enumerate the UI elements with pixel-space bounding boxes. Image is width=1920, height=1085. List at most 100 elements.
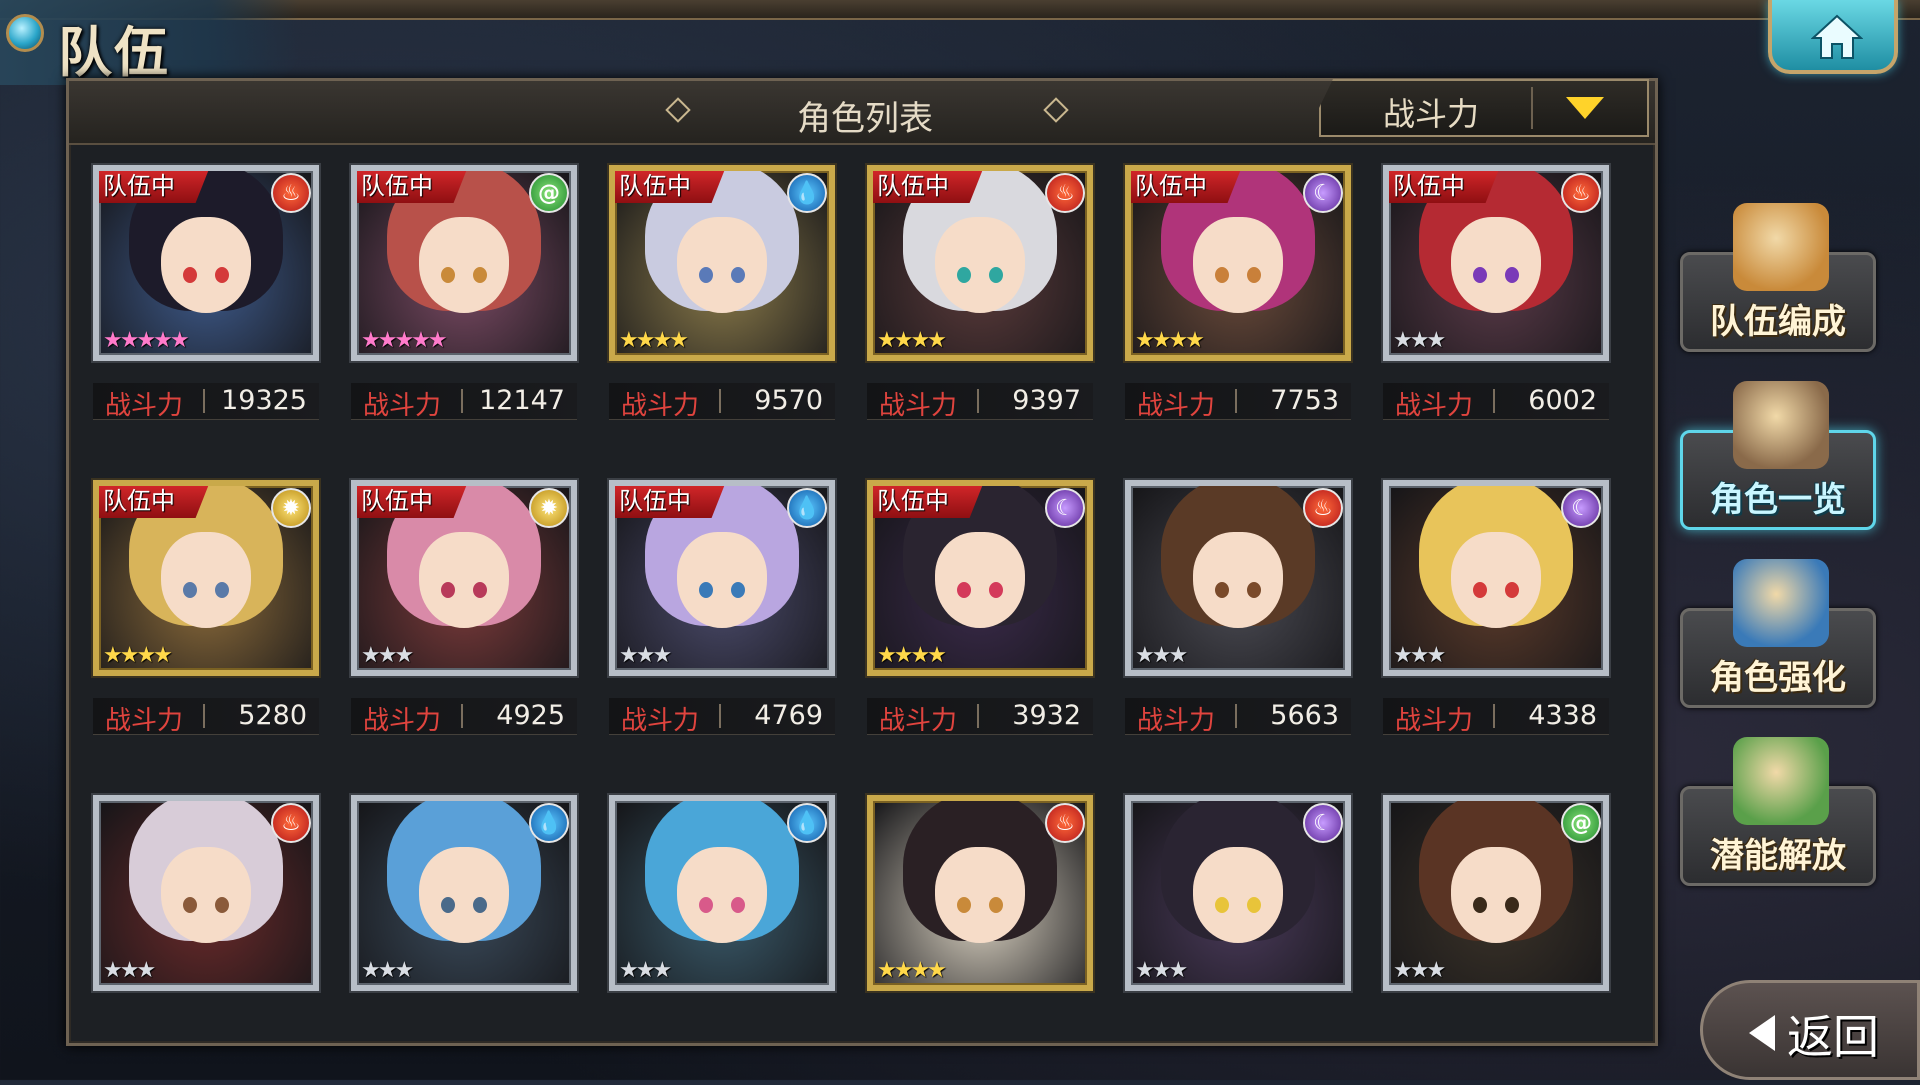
rarity-stars-icon: ★★★	[619, 643, 672, 668]
potential-unlock-button[interactable]: 潜能解放	[1680, 737, 1876, 886]
character-cell[interactable]: @ ★★★	[1383, 795, 1609, 1085]
power-label: 战斗力	[105, 706, 184, 736]
power-divider	[1493, 389, 1495, 413]
water-icon: 💧	[787, 173, 827, 213]
character-card[interactable]: 队伍中 ♨ ★★★	[1383, 165, 1609, 361]
character-card[interactable]: 队伍中 ♨ ★★★★	[867, 165, 1093, 361]
power-divider	[203, 389, 205, 413]
power-value: 5280	[238, 700, 307, 731]
character-card[interactable]: 队伍中 💧 ★★★★	[609, 165, 835, 361]
character-cell[interactable]: ♨ ★★★★	[867, 795, 1093, 1085]
power-row: 战斗力 9570	[609, 383, 835, 421]
character-card[interactable]: ☾ ★★★	[1125, 795, 1351, 991]
character-list-panel: 角色列表 战斗力 队伍中 ♨ ★★★★★ 战斗力 19325 队伍中 @ ★★★★★ 战斗力 12…	[66, 78, 1658, 1046]
power-row: 战斗力 7753	[1125, 383, 1351, 421]
character-card[interactable]: ♨ ★★★	[93, 795, 319, 991]
character-card[interactable]: ♨ ★★★★	[867, 795, 1093, 991]
rarity-stars-icon: ★★★★	[877, 328, 947, 353]
character-list-button[interactable]: 角色一览	[1680, 381, 1876, 530]
character-cell[interactable]: 队伍中 💧 ★★★ 战斗力 4769	[609, 480, 835, 770]
water-icon: 💧	[787, 803, 827, 843]
team-formation-button[interactable]: 队伍编成	[1680, 203, 1876, 352]
character-cell[interactable]: 💧 ★★★	[351, 795, 577, 1085]
enhance-crystal-icon	[1733, 559, 1829, 647]
character-cell[interactable]: ☾ ★★★ 战斗力 4338	[1383, 480, 1609, 770]
dropdown-arrow-icon[interactable]	[1566, 97, 1604, 119]
character-enhance-button[interactable]: 角色强化	[1680, 559, 1876, 708]
power-value: 9397	[1012, 385, 1081, 416]
rarity-stars-icon: ★★★	[619, 958, 672, 983]
power-label: 战斗力	[621, 391, 700, 421]
water-icon: 💧	[787, 488, 827, 528]
power-row: 战斗力 12147	[351, 383, 577, 421]
power-row: 战斗力 9397	[867, 383, 1093, 421]
power-label: 战斗力	[879, 706, 958, 736]
rarity-stars-icon: ★★★	[361, 643, 414, 668]
power-label: 战斗力	[879, 391, 958, 421]
character-card[interactable]: 队伍中 ✹ ★★★	[351, 480, 577, 676]
character-card[interactable]: 💧 ★★★	[351, 795, 577, 991]
wind-icon: @	[1561, 803, 1601, 843]
rarity-stars-icon: ★★★	[103, 958, 156, 983]
fire-icon: ♨	[1045, 173, 1085, 213]
power-row: 战斗力 6002	[1383, 383, 1609, 421]
character-card[interactable]: 队伍中 ☾ ★★★★	[867, 480, 1093, 676]
fire-icon: ♨	[271, 803, 311, 843]
rarity-stars-icon: ★★★	[1393, 328, 1446, 353]
character-cell[interactable]: 队伍中 @ ★★★★★ 战斗力 12147	[351, 165, 577, 455]
power-row: 战斗力 5280	[93, 698, 319, 736]
character-cell[interactable]: 队伍中 ✹ ★★★★ 战斗力 5280	[93, 480, 319, 770]
in-team-badge: 队伍中	[615, 486, 725, 518]
character-card[interactable]: 队伍中 ♨ ★★★★★	[93, 165, 319, 361]
power-divider	[461, 389, 463, 413]
power-divider	[1493, 704, 1495, 728]
power-label: 战斗力	[363, 391, 442, 421]
character-card[interactable]: 队伍中 ✹ ★★★★	[93, 480, 319, 676]
power-label: 战斗力	[363, 706, 442, 736]
character-card[interactable]: ☾ ★★★	[1383, 480, 1609, 676]
light-icon: ✹	[271, 488, 311, 528]
gem-icon	[6, 14, 44, 52]
character-cell[interactable]: 队伍中 ✹ ★★★ 战斗力 4925	[351, 480, 577, 770]
rarity-stars-icon: ★★★★★	[103, 328, 190, 353]
character-card[interactable]: 队伍中 @ ★★★★★	[351, 165, 577, 361]
character-cell[interactable]: ☾ ★★★	[1125, 795, 1351, 1085]
rarity-stars-icon: ★★★	[361, 958, 414, 983]
character-cell[interactable]: 队伍中 ♨ ★★★ 战斗力 6002	[1383, 165, 1609, 455]
character-card[interactable]: 队伍中 ☾ ★★★★	[1125, 165, 1351, 361]
dark-icon: ☾	[1303, 173, 1343, 213]
power-value: 6002	[1528, 385, 1597, 416]
character-cell[interactable]: ♨ ★★★	[93, 795, 319, 1085]
character-card[interactable]: 💧 ★★★	[609, 795, 835, 991]
character-cell[interactable]: ♨ ★★★ 战斗力 5663	[1125, 480, 1351, 770]
character-card[interactable]: ♨ ★★★	[1125, 480, 1351, 676]
back-button[interactable]: 返回	[1700, 980, 1920, 1080]
power-value: 4925	[496, 700, 565, 731]
team-portrait-icon	[1733, 203, 1829, 291]
character-cell[interactable]: 队伍中 ☾ ★★★★ 战斗力 3932	[867, 480, 1093, 770]
character-cell[interactable]: 队伍中 ♨ ★★★★★ 战斗力 19325	[93, 165, 319, 455]
power-value: 7753	[1270, 385, 1339, 416]
character-cell[interactable]: 队伍中 ♨ ★★★★ 战斗力 9397	[867, 165, 1093, 455]
in-team-badge: 队伍中	[357, 486, 467, 518]
rarity-stars-icon: ★★★	[1135, 643, 1188, 668]
home-button[interactable]	[1768, 0, 1898, 74]
character-cell[interactable]: 队伍中 ☾ ★★★★ 战斗力 7753	[1125, 165, 1351, 455]
sort-dropdown[interactable]: 战斗力	[1319, 79, 1649, 137]
in-team-badge: 队伍中	[1389, 171, 1499, 203]
home-icon	[1811, 14, 1863, 59]
back-label: 返回	[1787, 1010, 1879, 1064]
character-card[interactable]: @ ★★★	[1383, 795, 1609, 991]
character-cell[interactable]: 💧 ★★★	[609, 795, 835, 1085]
dark-icon: ☾	[1045, 488, 1085, 528]
rarity-stars-icon: ★★★★	[877, 958, 947, 983]
sort-divider	[1531, 87, 1533, 129]
character-card[interactable]: 队伍中 💧 ★★★	[609, 480, 835, 676]
fire-icon: ♨	[1303, 488, 1343, 528]
character-cell[interactable]: 队伍中 💧 ★★★★ 战斗力 9570	[609, 165, 835, 455]
rarity-stars-icon: ★★★★	[103, 643, 173, 668]
power-row: 战斗力 4338	[1383, 698, 1609, 736]
in-team-badge: 队伍中	[1131, 171, 1241, 203]
wind-icon: @	[529, 173, 569, 213]
power-label: 战斗力	[621, 706, 700, 736]
